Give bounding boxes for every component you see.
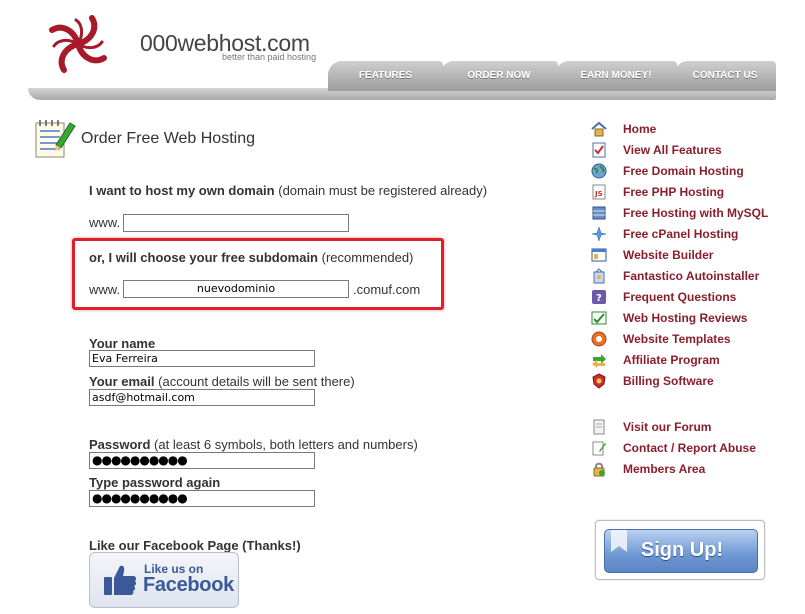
sidebar-item-mysql-hosting[interactable]: Free Hosting with MySQL — [591, 204, 791, 222]
facebook-label: Like our Facebook Page (Thanks!) — [89, 538, 301, 553]
sidebar-item-reviews[interactable]: Web Hosting Reviews — [591, 309, 791, 327]
nav-tab-contact-us[interactable]: CONTACT US — [674, 61, 776, 91]
installer-icon — [593, 268, 605, 284]
name-label-text: Your name — [89, 336, 156, 351]
subdomain-label-text: or, I will choose your free subdomain — [89, 250, 318, 265]
database-icon — [592, 206, 606, 220]
sidebar-item-label[interactable]: Home — [623, 122, 656, 136]
own-domain-label-text: I want to host my own domain — [89, 183, 275, 198]
nav-tab-features[interactable]: FEATURES — [328, 61, 443, 91]
sidebar-item-website-builder[interactable]: Website Builder — [591, 246, 791, 264]
sidebar-item-contact-abuse[interactable]: Contact / Report Abuse — [591, 439, 791, 457]
sidebar-item-label[interactable]: Free PHP Hosting — [623, 185, 724, 199]
forum-icon — [593, 419, 605, 435]
domain-input[interactable] — [123, 214, 349, 232]
sidebar-item-home[interactable]: Home — [591, 120, 791, 138]
password-label: Password (at least 6 symbols, both lette… — [89, 437, 418, 452]
signup-label: Sign Up! — [640, 539, 724, 561]
facebook-like-button[interactable]: Like us on Facebook — [89, 552, 239, 608]
lock-icon — [593, 462, 605, 477]
sidebar-item-label[interactable]: Affiliate Program — [623, 353, 720, 367]
sidebar-item-domain-hosting[interactable]: Free Domain Hosting — [591, 162, 791, 180]
sidebar-item-php-hosting[interactable]: JS Free PHP Hosting — [591, 183, 791, 201]
sidebar-item-templates[interactable]: Website Templates — [591, 330, 791, 348]
thumbs-up-icon — [104, 565, 137, 595]
subdomain-prefix: www. — [89, 282, 121, 297]
home-icon — [591, 121, 607, 137]
sidebar-item-label[interactable]: Members Area — [623, 462, 705, 476]
sidebar-item-members[interactable]: Members Area — [591, 460, 791, 478]
name-label: Your name — [89, 336, 155, 351]
sidebar-item-label[interactable]: Free cPanel Hosting — [623, 227, 738, 241]
sidebar-item-label[interactable]: Visit our Forum — [623, 420, 711, 434]
page-title: Order Free Web Hosting — [81, 130, 255, 147]
globe-icon — [591, 163, 607, 179]
sidebar-item-faq[interactable]: ? Frequent Questions — [591, 288, 791, 306]
sidebar-item-label[interactable]: Contact / Report Abuse — [623, 441, 756, 455]
email-note: (account details will be sent there) — [158, 374, 355, 389]
sidebar-item-features[interactable]: View All Features — [591, 141, 791, 159]
sidebar-item-label[interactable]: Web Hosting Reviews — [623, 311, 747, 325]
templates-icon — [591, 331, 607, 347]
notepad-pencil-icon — [35, 120, 76, 158]
nav-tab-earn-money[interactable]: EARN MONEY! — [555, 61, 677, 91]
own-domain-note: (domain must be registered already) — [278, 183, 488, 198]
subdomain-note: (recommended) — [321, 250, 414, 265]
password-input[interactable]: ●●●●●●●●●● — [89, 452, 315, 469]
own-domain-label: I want to host my own domain (domain mus… — [89, 183, 487, 198]
subdomain-label: or, I will choose your free subdomain (r… — [89, 250, 413, 265]
nav-tab-order-now[interactable]: ORDER NOW — [440, 61, 558, 91]
cpanel-icon — [591, 226, 607, 242]
signup-button[interactable]: Sign Up! — [604, 529, 758, 573]
reviews-icon — [591, 311, 607, 325]
facebook-name-text: Facebook — [143, 574, 234, 596]
sidebar-item-forum[interactable]: Visit our Forum — [591, 418, 791, 436]
password-again-label: Type password again — [89, 475, 220, 490]
sidebar-item-label[interactable]: Fantastico Autoinstaller — [623, 269, 759, 283]
subdomain-suffix: .comuf.com — [353, 282, 421, 297]
signup-frame: Sign Up! — [595, 520, 765, 580]
sidebar-item-label[interactable]: Billing Software — [623, 374, 714, 388]
email-input[interactable]: asdf@hotmail.com — [89, 389, 315, 406]
sidebar-item-label[interactable]: Frequent Questions — [623, 290, 736, 304]
sidebar-item-fantastico[interactable]: Fantastico Autoinstaller — [591, 267, 791, 285]
sidebar-item-label[interactable]: Website Templates — [623, 332, 731, 346]
password-again-input[interactable]: ●●●●●●●●●● — [89, 490, 315, 507]
sidebar-item-cpanel-hosting[interactable]: Free cPanel Hosting — [591, 225, 791, 243]
subdomain-input[interactable]: nuevodominio — [123, 280, 349, 298]
billing-icon — [592, 373, 606, 389]
sidebar-item-label[interactable]: View All Features — [623, 143, 722, 157]
sidebar-item-billing[interactable]: Billing Software — [591, 372, 791, 390]
main-nav: FEATURES ORDER NOW EARN MONEY! CONTACT U… — [28, 60, 776, 102]
email-label: Your email (account details will be sent… — [89, 374, 355, 389]
question-icon: ? — [592, 290, 606, 304]
password-note: (at least 6 symbols, both letters and nu… — [154, 437, 418, 452]
name-input[interactable]: Eva Ferreira — [89, 350, 315, 367]
password-label-text: Password — [89, 437, 151, 452]
svg-text:JS: JS — [594, 190, 603, 198]
subdomain-highlight — [72, 238, 444, 310]
php-file-icon: JS — [592, 184, 606, 200]
sidebar-item-label[interactable]: Free Hosting with MySQL — [623, 206, 768, 220]
affiliate-icon — [592, 354, 606, 368]
password-again-label-text: Type password again — [89, 475, 221, 490]
sidebar-item-label[interactable]: Free Domain Hosting — [623, 164, 744, 178]
contact-icon — [592, 441, 606, 456]
sidebar-item-affiliate[interactable]: Affiliate Program — [591, 351, 791, 369]
own-domain-prefix: www. — [89, 215, 121, 230]
email-label-text: Your email — [89, 374, 155, 389]
svg-text:?: ? — [596, 293, 602, 304]
sidebar-item-label[interactable]: Website Builder — [623, 248, 713, 262]
checklist-icon — [592, 142, 606, 158]
builder-icon — [591, 248, 607, 262]
